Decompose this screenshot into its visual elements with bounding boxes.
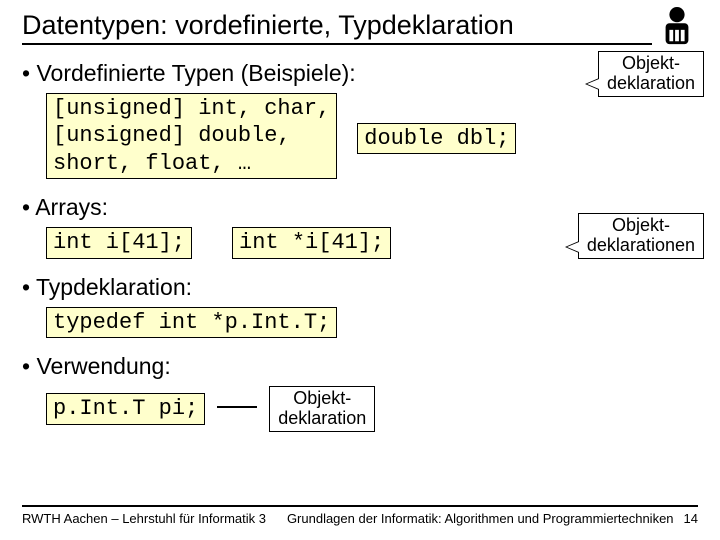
footer-left: RWTH Aachen – Lehrstuhl für Informatik 3: [22, 511, 266, 526]
footer-right: Grundlagen der Informatik: Algorithmen u…: [287, 511, 674, 526]
person-icon: [658, 6, 696, 48]
codebox-array-2: int *i[41];: [232, 227, 391, 259]
slide-footer: RWTH Aachen – Lehrstuhl für Informatik 3…: [22, 505, 698, 526]
callout-objektdeklarationen: Objekt- deklarationen: [578, 213, 704, 259]
codebox-double-example: double dbl;: [357, 123, 516, 155]
slide-title: Datentypen: vordefinierte, Typdeklaratio…: [22, 10, 652, 45]
heading-usage: Verwendung:: [22, 352, 698, 382]
callout-objektdeklaration-2: Objekt- deklaration: [269, 386, 375, 432]
page-number: 14: [684, 511, 698, 526]
codebox-typedef: typedef int *p.Int.T;: [46, 307, 337, 339]
codebox-array-1: int i[41];: [46, 227, 192, 259]
heading-typedeclaration: Typdeklaration:: [22, 273, 698, 303]
codebox-predefined-types: [unsigned] int, char, [unsigned] double,…: [46, 93, 337, 180]
codebox-usage: p.Int.T pi;: [46, 393, 205, 425]
callout-objektdeklaration-1: Objekt- deklaration: [598, 51, 704, 97]
connector-line: [217, 406, 257, 408]
